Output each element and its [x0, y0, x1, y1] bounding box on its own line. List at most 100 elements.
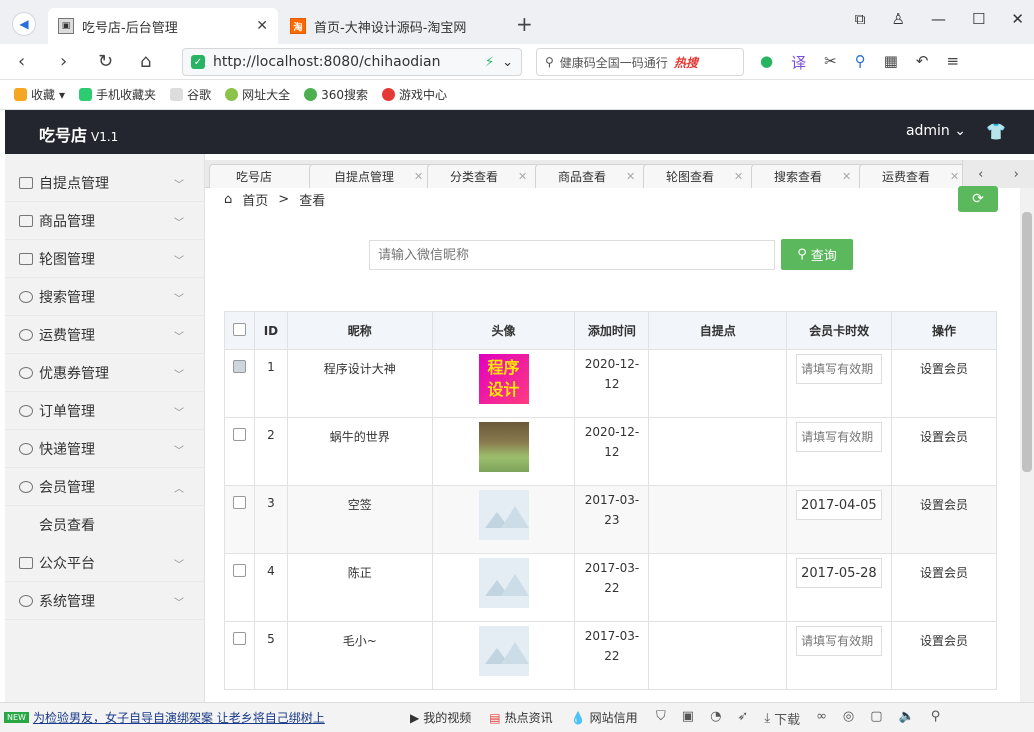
close-icon[interactable]: ✕ — [734, 170, 743, 183]
row-checkbox[interactable] — [232, 632, 246, 645]
page-tab[interactable]: 运费查看 ✕ — [859, 164, 973, 188]
glasses-icon[interactable]: ∞ — [816, 709, 827, 728]
row-checkbox[interactable] — [232, 496, 246, 509]
site-credit-button[interactable]: 💧 网站信用 — [571, 709, 638, 726]
sidebar-item-goods[interactable]: 商品管理 ﹀ — [5, 202, 204, 240]
speed-icon[interactable]: ◔ — [710, 709, 721, 728]
breadcrumb-home[interactable]: 首页 — [242, 190, 268, 209]
chevron-down-icon[interactable]: ⌄ — [502, 55, 513, 70]
sidebar-item-wechat[interactable]: 公众平台 ﹀ — [5, 544, 204, 582]
close-icon[interactable]: ✕ — [256, 18, 268, 34]
sidebar-item-order[interactable]: 订单管理 ﹀ — [5, 392, 204, 430]
hot-news-button[interactable]: ▤ 热点资讯 — [489, 709, 552, 726]
page-tab[interactable]: 轮图查看 ✕ — [643, 164, 757, 188]
page-tab[interactable]: 自提点管理 ✕ — [309, 164, 437, 188]
chevron-right-icon[interactable]: › — [1014, 167, 1019, 182]
download-button[interactable]: ⤓ 下载 — [764, 709, 800, 728]
menu-icon[interactable]: ≡ — [946, 52, 959, 73]
scrollbar-thumb[interactable] — [1022, 212, 1032, 472]
row-checkbox[interactable] — [232, 428, 246, 441]
sidebar-item-coupon[interactable]: 优惠券管理 ﹀ — [5, 354, 204, 392]
lightning-icon[interactable]: ⚡ — [485, 55, 494, 70]
tab-count-icon[interactable]: ⧉ — [855, 10, 866, 28]
user-menu[interactable]: admin ⌄ — [906, 123, 966, 139]
sidebar-subitem-member-view[interactable]: 会员查看 — [5, 506, 204, 544]
sidebar-item-freight[interactable]: 运费管理 ﹀ — [5, 316, 204, 354]
download-icon: ⤓ — [764, 711, 771, 726]
zoom-icon[interactable]: ⚲ — [931, 709, 941, 728]
page-tab[interactable]: 吃号店✕ — [209, 164, 315, 188]
undo-icon[interactable]: ↶ — [916, 52, 929, 73]
video-icon: ▶ — [410, 710, 420, 725]
row-checkbox[interactable] — [232, 360, 246, 373]
close-icon[interactable]: ✕ — [518, 170, 527, 183]
url-input[interactable]: ✓ http://localhost:8080/chihaodian ⚡ ⌄ — [182, 48, 522, 76]
my-videos-button[interactable]: ▶ 我的视频 — [410, 709, 471, 726]
minimize-icon[interactable]: — — [931, 10, 946, 28]
apps-grid-icon[interactable]: ▦ — [884, 52, 898, 73]
volume-icon[interactable]: 🔈 — [899, 709, 915, 728]
maximize-icon[interactable]: ☐ — [972, 10, 985, 28]
set-member-button[interactable]: 设置会员 — [891, 621, 997, 690]
page-tab[interactable]: 搜索查看 ✕ — [751, 164, 865, 188]
browser-search-input[interactable]: ⚲ 健康码全国一码通行 热搜 — [536, 48, 744, 76]
sidebar-item-express[interactable]: 快递管理 ﹀ — [5, 430, 204, 468]
brand-logo[interactable]: 吃号店 V1.1 — [39, 122, 118, 146]
card-expiry-input[interactable] — [796, 354, 883, 384]
magnifier-icon[interactable]: ⚲ — [855, 52, 866, 73]
page-tab[interactable]: 商品查看 ✕ — [535, 164, 649, 188]
sidebar-item-carousel[interactable]: 轮图管理 ﹀ — [5, 240, 204, 278]
page-tab[interactable]: 分类查看 ✕ — [427, 164, 541, 188]
bookmark-item[interactable]: 360搜索 — [304, 86, 368, 103]
skin-icon[interactable]: ♙ — [892, 10, 905, 28]
close-icon[interactable]: ✕ — [842, 170, 851, 183]
news-ticker-link[interactable]: 为检验男友，女子自导自演绑架案 让老乡将自己绑树上 — [33, 709, 325, 726]
set-member-button[interactable]: 设置会员 — [891, 485, 997, 554]
card-expiry-input[interactable] — [796, 422, 883, 452]
shield-icon[interactable]: ⛉ — [656, 709, 666, 728]
close-icon[interactable]: ✕ — [626, 170, 635, 183]
close-icon[interactable]: ✕ — [950, 170, 959, 183]
bookmark-item[interactable]: 手机收藏夹 — [79, 86, 156, 103]
rocket-icon[interactable]: ➶ — [737, 709, 748, 728]
search-button[interactable]: ⚲ 查询 — [781, 239, 853, 270]
bookmark-item[interactable]: 游戏中心 — [382, 86, 447, 103]
window-close-icon[interactable]: ✕ — [1011, 10, 1024, 28]
browser-logo-icon[interactable]: ◀ — [12, 12, 36, 36]
card-expiry-input[interactable] — [796, 558, 883, 588]
browser-tab-active[interactable]: ▣ 吃号店-后台管理 ✕ — [48, 8, 278, 44]
theme-shirt-icon[interactable]: 👕 — [986, 122, 1006, 141]
sidebar-item-member[interactable]: 会员管理 ︿ — [5, 468, 204, 506]
image-icon[interactable]: ▣ — [682, 709, 694, 728]
browser-icon[interactable]: ◎ — [843, 709, 854, 728]
address-bar: ‹ › ↻ ⌂ ✓ http://localhost:8080/chihaodi… — [0, 44, 1034, 80]
scissors-icon[interactable]: ✂ — [824, 52, 837, 73]
card-expiry-input[interactable] — [796, 490, 883, 520]
card-expiry-input[interactable] — [796, 626, 883, 656]
translate-icon[interactable]: 译 — [791, 52, 806, 73]
sidebar-item-pickup[interactable]: 自提点管理 ﹀ — [5, 164, 204, 202]
browser-tab[interactable]: 淘 首页-大神设计源码-淘宝网 — [280, 8, 510, 44]
set-member-button[interactable]: 设置会员 — [891, 349, 997, 418]
reload-icon[interactable]: ↻ — [98, 51, 113, 72]
bookmark-item[interactable]: 谷歌 — [170, 86, 211, 103]
forward-icon[interactable]: › — [60, 51, 67, 72]
nickname-search-input[interactable] — [369, 240, 775, 270]
row-checkbox[interactable] — [232, 564, 246, 577]
close-icon[interactable]: ✕ — [414, 170, 423, 183]
refresh-button[interactable]: ⟳ — [958, 186, 998, 212]
set-member-button[interactable]: 设置会员 — [891, 553, 997, 622]
sidebar-item-system[interactable]: 系统管理 ﹀ — [5, 582, 204, 620]
new-tab-icon[interactable]: + — [516, 12, 533, 36]
window-icon[interactable]: ▢ — [870, 709, 882, 728]
sidebar-item-search[interactable]: 搜索管理 ﹀ — [5, 278, 204, 316]
home-icon[interactable]: ⌂ — [140, 51, 151, 72]
select-all-checkbox[interactable] — [232, 322, 246, 336]
back-icon[interactable]: ‹ — [18, 51, 25, 72]
row-select-cell — [224, 485, 255, 554]
chevron-left-icon[interactable]: ‹ — [978, 167, 983, 182]
set-member-button[interactable]: 设置会员 — [891, 417, 997, 486]
extension-icon[interactable]: ● — [760, 52, 773, 73]
bookmark-item[interactable]: 收藏 ▾ — [14, 86, 65, 103]
bookmark-item[interactable]: 网址大全 — [225, 86, 290, 103]
